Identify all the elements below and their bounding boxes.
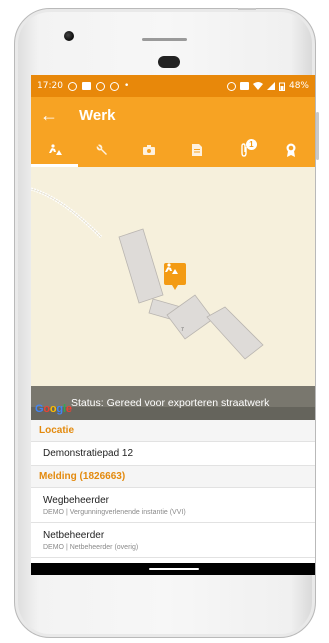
road-worker-icon (48, 144, 62, 155)
earpiece (158, 56, 180, 68)
section-header-locatie: Locatie (31, 420, 315, 442)
tab-photos[interactable] (126, 133, 173, 167)
system-nav-bar (31, 563, 315, 575)
whatsapp-icon (67, 81, 77, 91)
tab-tools[interactable] (78, 133, 125, 167)
list-item[interactable]: Wegbeheerder DEMO | Vergunningverlenende… (31, 488, 315, 523)
status-bar: 17:20 • 48% (31, 75, 315, 97)
map-view[interactable]: 7 (31, 167, 315, 407)
tab-bar: 1 (31, 133, 315, 167)
building-label: 7 (181, 327, 184, 333)
back-arrow-icon[interactable]: ← (31, 105, 67, 126)
signal-icon (266, 82, 275, 90)
list-item-title: Wegbeheerder (43, 495, 109, 506)
notification-dot: • (123, 81, 130, 91)
phone-speaker-slit (142, 38, 187, 41)
alarm-icon (226, 81, 236, 91)
status-time: 17:20 (37, 81, 63, 91)
message-icon (81, 82, 91, 90)
google-logo: Google (35, 403, 72, 415)
status-text: Status: Gereed voor exporteren straatwer… (71, 397, 270, 409)
list-item-subtitle: DEMO | Vergunningverlenende instantie (V… (43, 509, 186, 516)
screen: 17:20 • 48% ← Werk 1 7 Status: Gereed vo… (31, 75, 315, 575)
tab-attachments[interactable]: 1 (220, 133, 267, 167)
details-list: Locatie Demonstratiepad 12 Melding (1826… (31, 420, 315, 575)
address-text: Demonstratiepad 12 (43, 448, 134, 459)
home-gesture-pill[interactable] (149, 568, 199, 570)
status-banner: Status: Gereed voor exporteren straatwer… (31, 386, 315, 420)
wifi-icon (252, 82, 263, 90)
document-icon (191, 144, 202, 156)
camera-icon (143, 145, 156, 155)
attachments-badge: 1 (245, 139, 257, 150)
road-worker-icon (165, 263, 178, 274)
info-icon (109, 81, 119, 91)
section-header-melding: Melding (1826663) (31, 466, 315, 488)
wrench-icon (96, 144, 107, 155)
battery-icon (278, 82, 285, 91)
phone-side-button (316, 112, 319, 160)
tab-documents[interactable] (173, 133, 220, 167)
tab-werk[interactable] (31, 133, 79, 167)
list-item[interactable]: Netbeheerder DEMO | Netbeheerder (overig… (31, 523, 315, 558)
battery-percent: 48% (288, 81, 309, 91)
list-item-subtitle: DEMO | Netbeheerder (overig) (43, 544, 139, 551)
award-icon (286, 143, 296, 157)
page-title: Werk (79, 106, 116, 124)
info-icon (95, 81, 105, 91)
tab-certification[interactable] (268, 133, 315, 167)
cast-icon (239, 82, 249, 90)
app-bar: ← Werk (31, 97, 315, 133)
address-row[interactable]: Demonstratiepad 12 (31, 442, 315, 466)
front-camera (64, 31, 74, 41)
phone-top-notch (238, 8, 256, 10)
list-item-title: Netbeheerder (43, 530, 105, 541)
worksite-marker[interactable] (164, 263, 186, 290)
